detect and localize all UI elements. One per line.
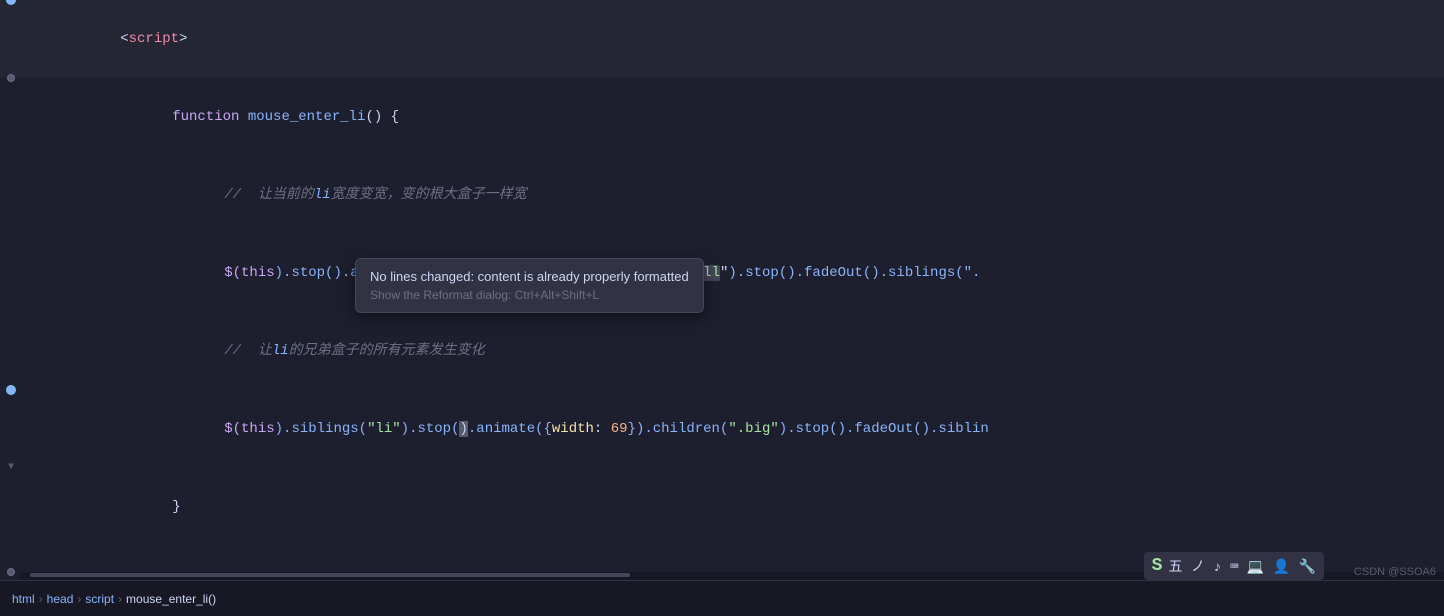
code-token: .animate({ (468, 421, 552, 437)
code-token: mouse_enter_li (248, 109, 366, 125)
code-token: "li" (367, 421, 401, 437)
breadcrumb: html › head › script › mouse_enter_li() (12, 592, 216, 606)
code-line: <script> (0, 0, 1444, 78)
line-content[interactable]: } (45, 468, 1444, 546)
code-token: width (552, 421, 594, 437)
horizontal-scrollbar-thumb[interactable] (30, 573, 630, 577)
line-content[interactable]: $(this).stop().animate({width: 224}, 100… (45, 234, 1444, 312)
line-content[interactable]: // 让li的兄弟盒子的所有元素发生变化 (45, 312, 1444, 390)
code-line: // 让li的兄弟盒子的所有元素发生变化 (0, 312, 1444, 390)
line-content[interactable]: function mouse_enter_li() { (45, 78, 1444, 156)
code-token: // 让当前的li宽度变宽，变的根大盒子一样宽 (224, 187, 526, 203)
code-line: $(this).stop().animate({width: 224}, 100… (0, 234, 1444, 312)
code-lines: <script> function mouse_enter_li() { // … (0, 0, 1444, 580)
fold-icon[interactable]: ▼ (4, 461, 18, 475)
code-token: () { (365, 109, 399, 125)
code-token: ).stop().fadeOut().siblings(". (728, 265, 980, 281)
code-token: $( (224, 421, 241, 437)
code-token: ).siblings( (275, 421, 367, 437)
breadcrumb-function[interactable]: mouse_enter_li() (126, 592, 216, 606)
code-token: ).stop( (401, 421, 460, 437)
code-token: }).children( (628, 421, 729, 437)
breadcrumb-sep: › (77, 592, 81, 606)
breakpoint-small-icon[interactable] (4, 565, 18, 579)
code-editor: <script> function mouse_enter_li() { // … (0, 0, 1444, 580)
breadcrumb-sep: › (39, 592, 43, 606)
code-token: < (120, 31, 128, 47)
plugin-icons: 五 ノ ♪ ⌨ 💻 👤 🔧 (1168, 556, 1316, 576)
code-token: ) (459, 421, 467, 437)
code-token: // 让li的兄弟盒子的所有元素发生变化 (224, 343, 484, 359)
reformat-tooltip: No lines changed: content is already pro… (355, 258, 704, 313)
code-token: > (179, 31, 187, 47)
tooltip-secondary-text: Show the Reformat dialog: Ctrl+Alt+Shift… (370, 288, 689, 302)
code-token: ).stop().fadeOut().siblin (779, 421, 989, 437)
breadcrumb-head[interactable]: head (47, 592, 74, 606)
code-line: function mouse_enter_li() { (0, 78, 1444, 156)
breadcrumb-html[interactable]: html (12, 592, 35, 606)
code-line: $(this).siblings("li").stop().animate({w… (0, 390, 1444, 468)
breakpoint-icon[interactable] (4, 383, 18, 397)
code-token: $( (224, 265, 241, 281)
code-token: ".big" (728, 421, 778, 437)
breakpoint-small-icon[interactable] (4, 71, 18, 85)
breadcrumb-sep: › (118, 592, 122, 606)
breadcrumb-script[interactable]: script (85, 592, 114, 606)
code-token: this (241, 421, 275, 437)
code-token: } (172, 499, 180, 515)
breakpoint-icon[interactable] (4, 0, 18, 7)
code-token: : (594, 421, 611, 437)
status-bar: html › head › script › mouse_enter_li() (0, 580, 1444, 616)
plugin-logo: S (1152, 556, 1163, 576)
code-line: ▼ } (0, 468, 1444, 546)
code-token: script (129, 31, 179, 47)
line-content[interactable]: // 让当前的li宽度变宽，变的根大盒子一样宽 (45, 156, 1444, 234)
tooltip-primary-text: No lines changed: content is already pro… (370, 269, 689, 284)
line-content[interactable]: $(this).siblings("li").stop().animate({w… (45, 390, 1444, 468)
plugin-toolbar: S 五 ノ ♪ ⌨ 💻 👤 🔧 (1144, 552, 1324, 580)
code-token: function (172, 109, 239, 125)
code-token (239, 109, 247, 125)
code-token: 69 (611, 421, 628, 437)
code-token: this (241, 265, 275, 281)
line-content[interactable]: <script> (45, 0, 1444, 78)
code-line: // 让当前的li宽度变宽，变的根大盒子一样宽 (0, 156, 1444, 234)
csdn-credit: CSDN @SSOA6 (1354, 566, 1436, 578)
